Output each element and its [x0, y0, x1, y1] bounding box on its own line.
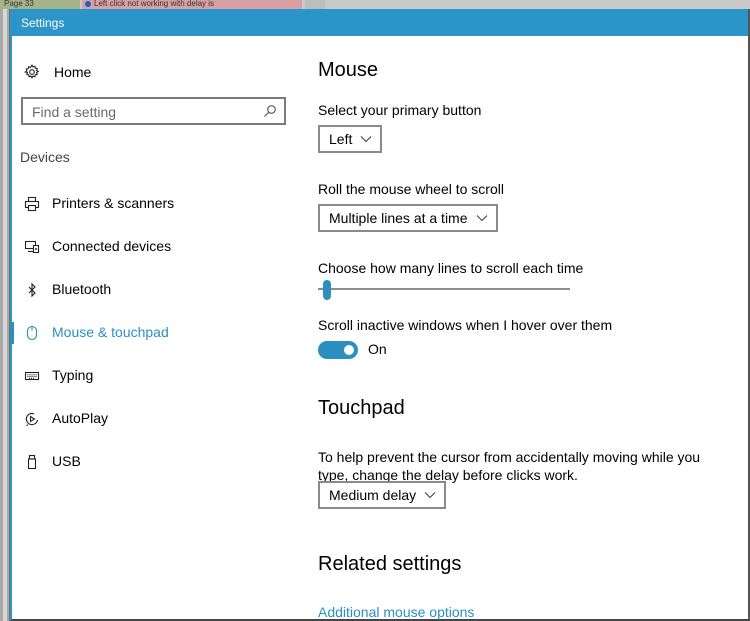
sidebar: Home Devices Printers & scanners Connect… [10, 36, 302, 619]
additional-mouse-options-link[interactable]: Additional mouse options [318, 604, 474, 620]
sidebar-item-autoplay[interactable]: AutoPlay [12, 398, 302, 441]
sidebar-item-bluetooth[interactable]: Bluetooth [12, 269, 302, 312]
touchpad-heading: Touchpad [318, 397, 405, 419]
browser-icon [85, 1, 91, 7]
sidebar-item-mouse-touchpad[interactable]: Mouse & touchpad [10, 312, 302, 355]
sidebar-item-label: Connected devices [52, 238, 172, 254]
background-tab: Page 33 [0, 0, 80, 9]
slider-thumb[interactable] [322, 280, 331, 300]
usb-icon [24, 454, 40, 470]
sidebar-item-label: Printers & scanners [52, 195, 175, 211]
touchpad-delay-dropdown[interactable]: Medium delay [318, 481, 447, 509]
background-tab [305, 0, 325, 9]
toggle-state-label: On [368, 341, 387, 357]
primary-button-value: Left [329, 131, 353, 147]
scroll-inactive-toggle[interactable] [318, 341, 358, 359]
touchpad-description: To help prevent the cursor from accident… [318, 449, 701, 483]
sidebar-item-label: USB [52, 453, 81, 469]
sidebar-item-typing[interactable]: Typing [12, 355, 302, 398]
gear-icon [24, 64, 40, 80]
keyboard-icon [24, 368, 40, 384]
home-label: Home [54, 64, 92, 80]
sidebar-item-connected-devices[interactable]: Connected devices [12, 226, 302, 269]
sidebar-nav: Printers & scanners Connected devices Bl… [10, 183, 302, 484]
background-app-strip: Page 33 Left click not working with dela… [0, 0, 750, 9]
background-tab-title: Left click not working with delay is [94, 0, 215, 8]
slider-track [318, 288, 570, 290]
toggle-knob [344, 345, 354, 355]
sidebar-item-printers[interactable]: Printers & scanners [12, 183, 302, 226]
settings-window: Settings Home Devices Printers & scanner… [10, 9, 750, 621]
mouse-icon [24, 325, 40, 341]
section-label-devices: Devices [20, 149, 70, 165]
background-tab: Left click not working with delay is [82, 0, 302, 9]
mouse-heading: Mouse [318, 59, 379, 81]
sidebar-item-label: Bluetooth [52, 281, 112, 297]
background-window-edge-inner [3, 9, 7, 621]
search-box[interactable] [21, 97, 286, 125]
main-content: Mouse Select your primary button Left Ro… [318, 36, 738, 620]
touchpad-delay-value: Medium delay [329, 487, 417, 503]
chevron-down-icon [424, 489, 436, 501]
bluetooth-icon [24, 282, 40, 298]
lines-to-scroll-label: Choose how many lines to scroll each tim… [318, 260, 584, 276]
sidebar-item-label: Typing [52, 367, 94, 383]
chevron-down-icon [476, 212, 488, 224]
wheel-scroll-label: Roll the mouse wheel to scroll [318, 181, 504, 197]
window-title: Settings [21, 16, 65, 30]
primary-button-dropdown[interactable]: Left [318, 125, 383, 153]
sidebar-item-label: AutoPlay [52, 410, 109, 426]
related-settings-heading: Related settings [318, 553, 462, 575]
wheel-scroll-value: Multiple lines at a time [329, 210, 468, 226]
search-input[interactable] [32, 103, 252, 121]
connected-devices-icon [24, 239, 40, 255]
chevron-down-icon [360, 133, 372, 145]
title-bar[interactable]: Settings [12, 9, 748, 36]
primary-button-label: Select your primary button [318, 102, 482, 118]
wheel-scroll-dropdown[interactable]: Multiple lines at a time [318, 204, 498, 232]
search-icon[interactable] [262, 103, 278, 119]
home-nav-item[interactable]: Home [24, 62, 91, 82]
scroll-inactive-label: Scroll inactive windows when I hover ove… [318, 317, 613, 333]
sidebar-item-usb[interactable]: USB [12, 441, 302, 484]
printer-icon [24, 196, 40, 212]
background-window-edge [0, 9, 10, 621]
lines-to-scroll-slider[interactable] [318, 278, 570, 300]
autoplay-icon [24, 411, 40, 427]
sidebar-item-label: Mouse & touchpad [52, 324, 169, 340]
